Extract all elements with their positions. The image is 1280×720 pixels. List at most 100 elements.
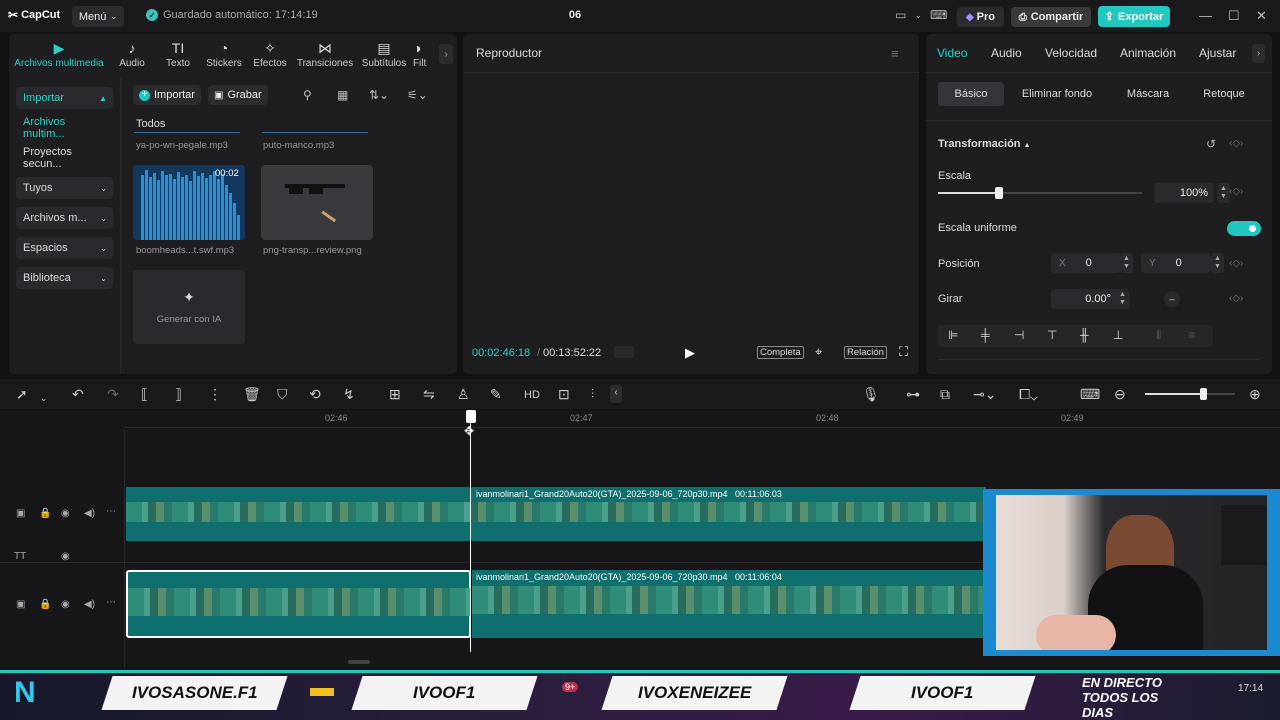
track-cover-icon[interactable]: ▣ (16, 508, 25, 519)
more-icon[interactable]: ⋯ (106, 597, 116, 608)
sort-icon[interactable]: ⇅⌄ (369, 88, 389, 102)
tab-video[interactable]: Video (937, 46, 967, 60)
align-bottom-icon[interactable]: ⊥ (1113, 328, 1123, 342)
tab-animation[interactable]: Animación (1120, 46, 1176, 60)
magic-wand-icon[interactable]: ✎ (490, 386, 502, 402)
subtab-mask[interactable]: Máscara (1118, 82, 1178, 106)
tab-audio[interactable]: ♪ Audio (106, 40, 158, 69)
scale-input[interactable]: 100% (1154, 183, 1214, 203)
volume-icon[interactable]: ◀) (84, 508, 95, 519)
tab-subtitles[interactable]: ▤ Subtítulos (358, 40, 410, 69)
more-icon[interactable]: ⋯ (106, 506, 116, 517)
play-icon[interactable]: ▶ (685, 345, 695, 361)
zoom-handle[interactable] (1200, 388, 1207, 400)
subtab-remove-bg[interactable]: Eliminar fondo (1017, 82, 1097, 106)
fullscreen-icon[interactable]: ⛶ (899, 344, 908, 360)
mirror-icon[interactable]: ⇋ (423, 386, 435, 402)
preview-axis-icon[interactable]: ⧠⌄ (1019, 386, 1038, 402)
speed-ramp-icon[interactable]: ↯ (343, 386, 355, 402)
subtitle-track-icon[interactable]: ⌨ (1080, 386, 1100, 402)
timecode-mode-icon[interactable] (614, 346, 634, 358)
layout-dropdown-icon[interactable]: ⌄ (915, 11, 922, 20)
undo-icon[interactable]: ↶ (72, 386, 84, 402)
keyframe-icon[interactable]: ‹◇› (1229, 138, 1243, 149)
search-icon[interactable]: ⚲ (303, 88, 312, 102)
align-center-h-icon[interactable]: ╪ (981, 328, 990, 342)
sidebar-item-library[interactable]: Biblioteca ⌄ (16, 267, 113, 289)
tab-speed[interactable]: Velocidad (1045, 46, 1097, 60)
share-button[interactable]: ⎙ Compartir (1011, 7, 1091, 27)
generate-ai-button[interactable]: ✦ Generar con IA (133, 270, 245, 344)
delete-icon[interactable]: 🗑 (243, 386, 261, 402)
menu-button[interactable]: Menú ⌄ (72, 6, 124, 27)
sidebar-item-subprojects[interactable]: Proyectos secun... (16, 146, 113, 170)
tab-media[interactable]: ▶ Archivos multimedia (9, 40, 109, 69)
freeze-icon[interactable]: ⊞ (389, 386, 401, 402)
image-thumbnail[interactable] (261, 165, 373, 240)
close-icon[interactable]: ✕ (1256, 8, 1267, 24)
image-add-icon[interactable]: ⊡ (558, 386, 570, 402)
link-icon[interactable]: ⊶ (906, 386, 920, 402)
align-top-icon[interactable]: ⊤ (1047, 328, 1057, 342)
reset-icon[interactable]: ↺ (1206, 137, 1216, 151)
eye-icon[interactable]: ◉ (61, 551, 70, 562)
hd-icon[interactable]: HD (524, 387, 540, 403)
minimize-icon[interactable]: — (1199, 8, 1212, 23)
sidebar-item-yours[interactable]: Tuyos ⌄ (16, 177, 113, 199)
crop-icon[interactable]: ⌖ (815, 344, 822, 360)
scale-handle[interactable] (995, 187, 1004, 199)
sidebar-item-media-files[interactable]: Archivos multim... (16, 116, 113, 140)
rotate-dial[interactable]: – (1164, 291, 1180, 307)
video-clip-selected[interactable] (126, 570, 471, 638)
grid-view-icon[interactable]: ▦ (337, 88, 348, 102)
time-ruler[interactable]: 02:46 02:47 02:48 02:49 (125, 410, 1280, 428)
video-clip[interactable]: ivanmolinari1_Grand20Auto20(GTA)_2025-09… (472, 570, 986, 638)
section-title[interactable]: Transformación ▲ (938, 138, 1031, 150)
pro-button[interactable]: ◆ Pro (957, 7, 1004, 27)
tab-effects[interactable]: ✧ Efectos (244, 40, 296, 69)
microphone-icon[interactable]: 🎙 (862, 386, 880, 402)
position-x-input[interactable]: X0 (1051, 253, 1121, 273)
lock-icon[interactable]: 🔒 (39, 508, 51, 519)
rotate-input[interactable]: 0.00° (1051, 289, 1119, 309)
cursor-select-icon[interactable]: ➚ (16, 386, 28, 402)
position-y-input[interactable]: Y0 (1141, 253, 1211, 273)
maximize-icon[interactable]: ☐ (1228, 8, 1240, 24)
tabs-next-icon[interactable]: › (439, 44, 453, 64)
shield-icon[interactable]: ⛉ (277, 386, 288, 402)
position-y-stepper[interactable]: ▲ ▼ (1211, 253, 1224, 273)
tab-stickers[interactable]: ◔ Stickers (198, 40, 250, 69)
zoom-in-icon[interactable]: ⊕ (1249, 386, 1261, 402)
rotate-stepper[interactable]: ▲ ▼ (1116, 289, 1129, 309)
chain-icon[interactable]: ⊸⌄ (973, 386, 996, 402)
toolbar-collapse-icon[interactable]: ‹ (610, 385, 622, 403)
import-button[interactable]: + Importar (133, 85, 201, 105)
tab-transitions[interactable]: ⋈ Transiciones (294, 40, 356, 69)
zoom-out-icon[interactable]: ⊖ (1114, 386, 1126, 402)
record-button[interactable]: ▣ Grabar (208, 85, 268, 105)
snap-icon[interactable]: ⧉ (940, 386, 950, 402)
person-icon[interactable]: ♙ (457, 386, 470, 402)
zoom-slider[interactable] (1145, 388, 1235, 400)
sidebar-item-spaces[interactable]: Espacios ⌄ (16, 237, 113, 259)
keyframe-icon[interactable]: ‹◇› (1229, 293, 1243, 304)
subtab-retouch[interactable]: Retoque (1196, 82, 1252, 106)
split-right-icon[interactable]: ⋮ (208, 386, 222, 402)
split-left-icon[interactable]: ⟧ (175, 386, 182, 402)
audio-thumbnail[interactable]: 00:02 (133, 165, 245, 240)
scrollbar[interactable] (348, 660, 370, 664)
filter-all-label[interactable]: Todos (136, 118, 165, 130)
align-left-icon[interactable]: ⊫ (948, 328, 958, 342)
subtab-basic[interactable]: Básico (938, 82, 1004, 106)
project-name[interactable]: 06 (560, 9, 590, 21)
eye-icon[interactable]: ◉ (61, 508, 70, 519)
eye-icon[interactable]: ◉ (61, 599, 70, 610)
tab-text[interactable]: TI Texto (152, 40, 204, 69)
keyframe-icon[interactable]: ‹◇› (1229, 186, 1243, 197)
position-x-stepper[interactable]: ▲ ▼ (1120, 253, 1133, 273)
tab-adjust[interactable]: Ajustar (1199, 46, 1236, 60)
video-clip[interactable]: ivanmolinari1_Grand20Auto20(GTA)_2025-09… (126, 487, 986, 541)
quality-button[interactable]: Completa (757, 346, 804, 359)
track-cover-icon[interactable]: ▣ (16, 599, 25, 610)
tab-audio-props[interactable]: Audio (991, 46, 1022, 60)
